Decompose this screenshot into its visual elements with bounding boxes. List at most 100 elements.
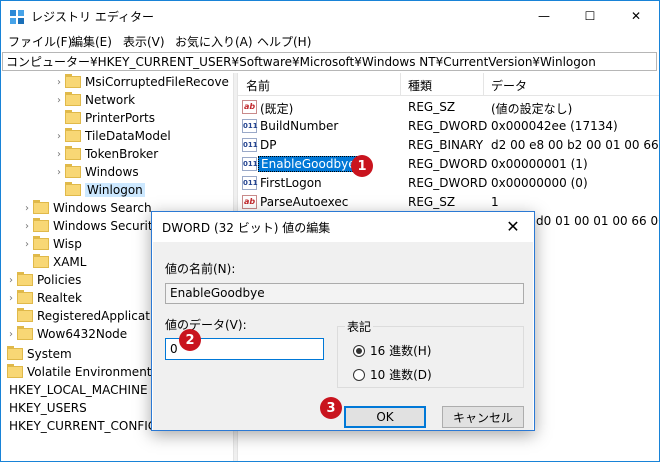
registry-editor-window: レジストリ エディター — ☐ ✕ ファイル(F) 編集(E) 表示(V) お気… [0, 0, 660, 462]
table-row[interactable]: 011 BuildNumber REG_DWORD 0x000042ee (17… [238, 117, 659, 136]
value-name: FirstLogon [260, 176, 322, 190]
step-badge-3: 3 [320, 397, 342, 419]
dialog-close-button[interactable]: ✕ [498, 214, 528, 238]
maximize-button[interactable]: ☐ [567, 1, 613, 31]
tree-item[interactable]: › Realtek [5, 289, 82, 307]
table-row[interactable]: ab (既定) REG_SZ (値の設定なし) [238, 98, 659, 117]
tree-item-label: System [27, 347, 72, 361]
tree-item[interactable]: › Windows Security [21, 217, 160, 235]
tree-item[interactable]: › Windows [53, 163, 139, 181]
decimal-radio[interactable]: 10 進数(D) [353, 366, 432, 383]
column-header-name[interactable]: 名前 [246, 77, 270, 94]
tree-item[interactable]: › MsiCorruptedFileRecove [53, 73, 229, 91]
ok-button[interactable]: OK [344, 406, 426, 428]
chevron-right-icon[interactable]: › [21, 217, 33, 235]
tree-item[interactable]: Volatile Environment [1, 363, 152, 381]
tree-item-label: Windows Security [53, 219, 160, 233]
tree-item[interactable]: HKEY_CURRENT_CONFIG [9, 417, 157, 435]
table-row-selected[interactable]: 011 EnableGoodbye REG_DWORD 0x00000001 (… [238, 155, 659, 174]
value-name: DP [260, 138, 277, 152]
chevron-right-icon[interactable]: › [5, 325, 17, 343]
column-header-type[interactable]: 種類 [408, 77, 432, 94]
tree-item[interactable]: › Policies [5, 271, 81, 289]
value-data: 0x00000000 (0) [491, 176, 588, 190]
table-row[interactable]: 011 FirstLogon REG_DWORD 0x00000000 (0) [238, 174, 659, 193]
binary-value-icon: 011 [242, 157, 258, 171]
menu-edit[interactable]: 編集(E) [71, 33, 112, 50]
folder-icon [33, 254, 49, 268]
tree-item[interactable]: › TileDataModel [53, 127, 171, 145]
binary-value-icon: 011 [242, 138, 258, 152]
tree-item-label: MsiCorruptedFileRecove [85, 75, 229, 89]
tree-item[interactable]: › Network [53, 91, 135, 109]
tree-item[interactable]: XAML [21, 253, 86, 271]
value-type: REG_DWORD [408, 119, 488, 133]
folder-icon [7, 364, 23, 378]
menu-file[interactable]: ファイル(F) [8, 33, 72, 50]
folder-icon [65, 92, 81, 106]
folder-icon [65, 128, 81, 142]
close-button[interactable]: ✕ [613, 1, 659, 31]
step-badge-1: 1 [351, 155, 373, 177]
hex-radio[interactable]: 16 進数(H) [353, 342, 431, 359]
value-data: 0x00000001 (1) [491, 157, 588, 171]
folder-icon [65, 182, 81, 196]
value-name: EnableGoodbye [258, 156, 359, 172]
chevron-right-icon[interactable]: › [53, 91, 65, 109]
minimize-button[interactable]: — [521, 1, 567, 31]
chevron-right-icon[interactable]: › [21, 199, 33, 217]
tree-item[interactable]: › Wow6432Node [5, 325, 127, 343]
chevron-right-icon[interactable]: › [53, 145, 65, 163]
folder-icon [17, 272, 33, 286]
title-bar[interactable]: レジストリ エディター — ☐ ✕ [1, 1, 659, 31]
menu-favorites[interactable]: お気に入り(A) [175, 33, 253, 50]
table-row[interactable]: 011 DP REG_BINARY d2 00 e8 00 b2 00 01 0… [238, 136, 659, 155]
address-bar[interactable]: コンピューター¥HKEY_CURRENT_USER¥Software¥Micro… [2, 52, 657, 71]
column-separator[interactable] [483, 73, 484, 95]
string-value-icon: ab [242, 100, 257, 114]
chevron-right-icon[interactable]: › [53, 163, 65, 181]
value-type: REG_BINARY [408, 138, 484, 152]
tree-item[interactable]: HKEY_USERS [9, 399, 87, 417]
folder-icon [17, 308, 33, 322]
tree-item[interactable]: › TokenBroker [53, 145, 158, 163]
menu-help[interactable]: ヘルプ(H) [257, 33, 311, 50]
menu-view[interactable]: 表示(V) [123, 33, 165, 50]
tree-item[interactable]: › Windows Search [21, 199, 152, 217]
chevron-right-icon[interactable]: › [53, 73, 65, 91]
tree-item-label: Volatile Environment [27, 365, 152, 379]
tree-item-label: Winlogon [85, 183, 145, 197]
tree-item[interactable]: HKEY_LOCAL_MACHINE [9, 381, 148, 399]
table-row[interactable]: ab ParseAutoexec REG_SZ 1 [238, 193, 659, 212]
radio-selected-icon [353, 344, 365, 357]
tree-item[interactable]: › Wisp [21, 235, 82, 253]
value-data: (値の設定なし) [491, 102, 573, 116]
value-type: REG_SZ [408, 195, 456, 209]
tree-item[interactable]: System [1, 345, 72, 363]
chevron-right-icon[interactable]: › [53, 127, 65, 145]
menu-bar: ファイル(F) 編集(E) 表示(V) お気に入り(A) ヘルプ(H) [1, 31, 659, 51]
step-badge-2: 2 [179, 329, 201, 351]
window-title: レジストリ エディター [31, 10, 154, 24]
tree-item-label: Policies [37, 273, 82, 287]
column-header-data[interactable]: データ [491, 77, 527, 94]
folder-icon [33, 218, 49, 232]
cancel-button[interactable]: キャンセル [442, 406, 524, 428]
folder-icon [65, 74, 81, 88]
tree-item[interactable]: RegisteredApplicatio [5, 307, 161, 325]
chevron-right-icon[interactable]: › [21, 235, 33, 253]
tree-item[interactable]: PrinterPorts [53, 109, 155, 127]
folder-icon [65, 164, 81, 178]
folder-icon [65, 146, 81, 160]
value-name-label: 値の名前(N): [165, 262, 236, 276]
tree-item-label: TokenBroker [85, 147, 159, 161]
chevron-right-icon[interactable]: › [5, 289, 17, 307]
hex-radio-label: 16 進数(H) [370, 344, 432, 358]
folder-icon [17, 326, 33, 340]
value-data-label: 値のデータ(V): [165, 318, 247, 332]
column-separator[interactable] [400, 73, 401, 95]
tree-item-selected[interactable]: Winlogon [53, 181, 145, 199]
chevron-right-icon[interactable]: › [5, 271, 17, 289]
